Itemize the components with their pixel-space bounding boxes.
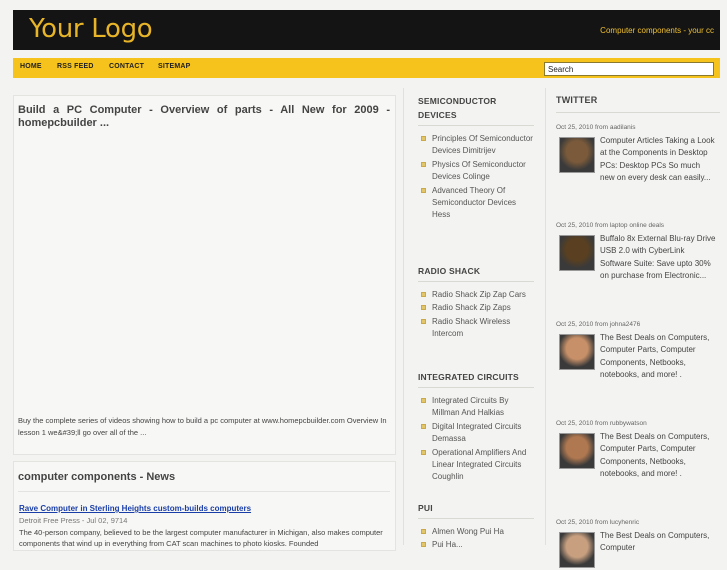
sidebar-item[interactable]: Physics Of Semiconductor Devices Colinge: [418, 159, 536, 184]
tweet-meta: Oct 25, 2010 from laptop online deals: [556, 222, 665, 229]
sidebar-heading-radio-shack: RADIO SHACK: [418, 266, 481, 276]
bullet-icon: [421, 529, 426, 534]
news-divider: [18, 491, 390, 492]
sidebar-item[interactable]: Digital Integrated Circuits Demassa: [418, 421, 536, 446]
sidebar-item[interactable]: Advanced Theory Of Semiconductor Devices…: [418, 185, 536, 222]
sidebar-heading-semiconductor: SEMICONDUCTOR DEVICES: [418, 96, 497, 120]
sidebar-list-semiconductor: Principles Of Semiconductor Devices Dimi…: [418, 133, 536, 223]
column-divider: [545, 88, 546, 545]
tweet-meta: Oct 25, 2010 from johna2476: [556, 321, 641, 328]
twitter-divider: [556, 112, 720, 113]
tweet-item: Oct 25, 2010 from johna2476 The Best Dea…: [556, 320, 716, 381]
post-description: Buy the complete series of videos showin…: [18, 416, 387, 437]
bullet-icon: [421, 136, 426, 141]
avatar[interactable]: [559, 433, 595, 469]
nav-contact-link[interactable]: CONTACT: [109, 63, 144, 70]
tweet-item: Oct 25, 2010 from aadilanis Computer Art…: [556, 123, 716, 184]
sidebar-heading-pui: PUI: [418, 503, 433, 513]
twitter-heading: TWITTER: [556, 95, 598, 105]
tweet-text[interactable]: The Best Deals on Computers, Computer: [600, 531, 709, 552]
bullet-icon: [421, 318, 426, 324]
bullet-icon: [421, 449, 426, 455]
news-heading: computer components - News: [18, 471, 176, 483]
avatar[interactable]: [559, 532, 595, 568]
sidebar-item[interactable]: Radio Shack Zip Zap Cars: [418, 289, 536, 301]
tweet-text[interactable]: Buffalo 8x External Blu-ray Drive USB 2.…: [600, 234, 715, 280]
tweet-item: Oct 25, 2010 from rubbywatson The Best D…: [556, 419, 716, 480]
sidebar-divider: [418, 518, 534, 519]
tweet-item: Oct 25, 2010 from laptop online deals Bu…: [556, 221, 716, 282]
avatar[interactable]: [559, 334, 595, 370]
bullet-icon: [421, 292, 426, 297]
sidebar-list-pui: Almen Wong Pui Ha Pui Ha...: [418, 526, 536, 553]
nav-sitemap-link[interactable]: SITEMAP: [158, 63, 191, 70]
avatar[interactable]: [559, 137, 595, 173]
sidebar-heading-integrated-circuits: INTEGRATED CIRCUITS: [418, 372, 519, 382]
news-article-link[interactable]: Rave Computer in Sterling Heights custom…: [19, 504, 251, 513]
tweet-item: Oct 25, 2010 from lucyhenric The Best De…: [556, 518, 716, 570]
sidebar-divider: [418, 387, 534, 388]
sidebar-list-radio-shack: Radio Shack Zip Zap Cars Radio Shack Zip…: [418, 289, 536, 342]
sidebar-divider: [418, 125, 534, 126]
site-logo[interactable]: Your Logo: [29, 14, 153, 44]
site-header: Your Logo Computer components - your cc: [13, 10, 720, 50]
tweet-text[interactable]: The Best Deals on Computers, Computer Pa…: [600, 333, 709, 379]
bullet-icon: [421, 187, 426, 193]
tweet-text[interactable]: The Best Deals on Computers, Computer Pa…: [600, 432, 709, 478]
nav-home-link[interactable]: HOME: [20, 63, 42, 70]
sidebar-item[interactable]: Radio Shack Wireless Intercom: [418, 316, 536, 341]
sidebar-divider: [418, 281, 534, 282]
avatar[interactable]: [559, 235, 595, 271]
column-divider: [403, 88, 404, 545]
sidebar-item[interactable]: Almen Wong Pui Ha: [418, 526, 536, 538]
search-input[interactable]: [544, 62, 714, 76]
tweet-meta: Oct 25, 2010 from rubbywatson: [556, 420, 647, 427]
sidebar-item[interactable]: Pui Ha...: [418, 539, 536, 551]
bullet-icon: [421, 305, 426, 311]
tweet-meta: Oct 25, 2010 from lucyhenric: [556, 519, 640, 526]
post-title[interactable]: Build a PC Computer - Overview of parts …: [18, 104, 390, 130]
sidebar-item[interactable]: Radio Shack Zip Zaps: [418, 302, 536, 314]
sidebar-item[interactable]: Operational Amplifiers And Linear Integr…: [418, 447, 536, 484]
bullet-icon: [421, 423, 426, 429]
video-embed[interactable]: [18, 140, 390, 405]
tweet-text[interactable]: Computer Articles Taking a Look at the C…: [600, 136, 715, 182]
sidebar-list-integrated-circuits: Integrated Circuits By Millman And Halki…: [418, 395, 536, 485]
sidebar-item[interactable]: Principles Of Semiconductor Devices Dimi…: [418, 133, 536, 158]
news-source: Detroit Free Press - Jul 02, 9714: [19, 516, 128, 525]
news-snippet: The 40-person company, believed to be th…: [19, 528, 383, 548]
tweet-meta: Oct 25, 2010 from aadilanis: [556, 124, 636, 131]
nav-rss-feed-link[interactable]: RSS FEED: [57, 63, 94, 70]
bullet-icon: [421, 161, 426, 167]
sidebar-item[interactable]: Integrated Circuits By Millman And Halki…: [418, 395, 536, 420]
site-tagline: Computer components - your cc: [600, 26, 714, 35]
bullet-icon: [421, 398, 426, 403]
